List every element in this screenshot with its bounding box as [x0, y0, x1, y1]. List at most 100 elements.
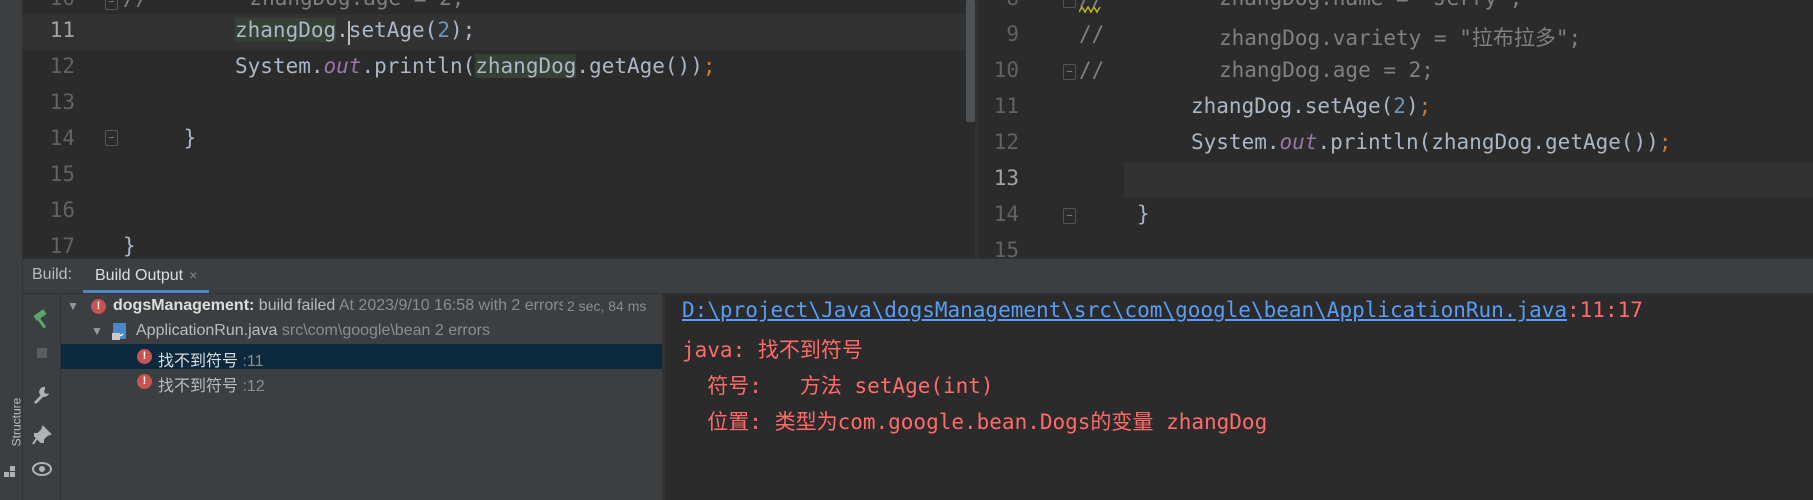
build-tree[interactable]: ▼ ! dogsManagement: build failed At 2023…: [61, 294, 662, 500]
code-token: zhangDog.setAge(: [1191, 94, 1394, 118]
code-line-12: System.out.println(zhangDog.getAge());: [235, 54, 716, 78]
java-file-icon: [112, 323, 126, 340]
line-number: 13: [49, 90, 75, 114]
error-label: 找不到符号: [158, 353, 239, 370]
project-name: dogsManagement:: [113, 297, 255, 314]
line-number: 15: [49, 162, 75, 186]
build-label: Build:: [32, 266, 73, 283]
code-token: ;: [1418, 94, 1432, 118]
code-line-12: System.out.println(zhangDog.getAge());: [1191, 130, 1671, 154]
code-line-11: zhangDog.setAge(2);: [1191, 94, 1431, 118]
code-token: .getAge()): [576, 54, 703, 78]
code-token: System.: [1191, 130, 1280, 154]
editor-scrollbar-thumb[interactable]: [966, 0, 975, 122]
current-line-highlight: [1124, 162, 1813, 198]
code-line-14: }: [1137, 202, 1150, 226]
tree-row-error[interactable]: ! 找不到符号 :11: [61, 344, 662, 371]
error-item-text: 找不到符号 :11: [158, 347, 264, 371]
code-token: .println(zhangDog.getAge()): [1317, 130, 1659, 154]
fold-marker-icon[interactable]: [1063, 208, 1076, 224]
wrench-icon[interactable]: [31, 384, 53, 406]
chevron-down-icon[interactable]: ▼: [91, 324, 103, 338]
code-token: System.: [235, 54, 324, 78]
code-token: );: [449, 18, 476, 42]
tree-project-text: dogsManagement: build failed At 2023/9/1…: [113, 297, 567, 315]
build-status: build failed: [254, 297, 336, 314]
line-number: 13: [993, 166, 1019, 190]
code-line-8: zhangDog.name = "Jerry";: [1219, 0, 1522, 10]
line-number: 14: [49, 126, 75, 150]
build-meta: At 2023/9/10 16:58 with 2 errors: [335, 297, 567, 314]
output-line-1: D:\project\Java\dogsManagement\src\com\g…: [682, 298, 1643, 322]
fold-marker-icon[interactable]: [105, 0, 118, 10]
output-line-4: 位置: 类型为com.google.bean.Dogs的变量 zhangDog: [682, 410, 1268, 434]
right-code-editor[interactable]: 8 9 10 11 12 13 14 15 // zhangDog.name =…: [979, 0, 1813, 258]
tree-row-project[interactable]: ▼ ! dogsManagement: build failed At 2023…: [61, 294, 662, 319]
code-token: 2: [437, 18, 450, 42]
line-number: 10: [993, 58, 1019, 82]
fold-marker-icon[interactable]: [1063, 64, 1076, 80]
code-line-17: }: [123, 234, 136, 258]
structure-tool-label[interactable]: Structure: [9, 398, 23, 447]
pin-icon[interactable]: [31, 424, 53, 446]
code-token: ;: [1658, 130, 1672, 154]
tab-build-output[interactable]: Build Output ×: [83, 259, 210, 293]
code-token: .println(: [361, 54, 476, 78]
error-icon: !: [91, 299, 106, 314]
error-item-text: 找不到符号 :12: [158, 372, 265, 396]
file-path-link[interactable]: D:\project\Java\dogsManagement\src\com\g…: [682, 298, 1567, 322]
error-line: :11: [238, 353, 264, 370]
fold-marker-icon[interactable]: [105, 130, 118, 146]
left-code-editor[interactable]: 10 11 12 13 14 15 16 17 // zhangDog.age …: [23, 0, 975, 258]
tab-label: Build Output: [95, 267, 184, 284]
tree-row-file[interactable]: ▼ ApplicationRun.java src\com\google\bea…: [61, 319, 662, 344]
error-position: :11:17: [1567, 298, 1643, 322]
code-token: zhangDog: [475, 54, 577, 78]
code-line-10: zhangDog.age = 2;: [1219, 58, 1434, 82]
code-line-14: }: [133, 126, 197, 150]
file-meta: src\com\google\bean 2 errors: [277, 322, 490, 339]
tree-file-text: ApplicationRun.java src\com\google\bean …: [136, 322, 490, 340]
code-token: ): [1405, 94, 1419, 118]
hammer-icon[interactable]: [31, 308, 53, 330]
tree-row-error[interactable]: ! 找不到符号 :12: [61, 369, 662, 396]
comment-marker: //: [1079, 58, 1105, 82]
code-token: out: [1279, 130, 1318, 154]
code-token: zhangDog: [235, 18, 337, 42]
line-number: 12: [49, 54, 75, 78]
close-icon[interactable]: ×: [189, 267, 197, 283]
stop-icon[interactable]: [31, 342, 53, 364]
line-number: 10: [35, 0, 75, 10]
line-number: 11: [993, 94, 1019, 118]
build-output-console[interactable]: D:\project\Java\dogsManagement\src\com\g…: [665, 294, 1813, 500]
line-number: 11: [49, 18, 75, 42]
code-token: 2: [1393, 94, 1406, 118]
comment-marker: //: [1079, 22, 1105, 46]
error-icon: !: [137, 374, 152, 389]
code-token: out: [323, 54, 362, 78]
output-line-3: 符号: 方法 setAge(int): [682, 374, 994, 398]
code-token: ;: [702, 54, 716, 78]
code-line-9: zhangDog.variety = "拉布拉多";: [1219, 26, 1582, 50]
output-line-2: java: 找不到符号: [682, 338, 863, 362]
line-number: 8: [979, 0, 1019, 10]
line-number: 16: [49, 198, 75, 222]
comment-marker: //: [1079, 0, 1104, 10]
code-token: .setAge(: [336, 18, 438, 42]
line-number: 14: [993, 202, 1019, 226]
error-label: 找不到符号: [158, 378, 239, 395]
text-caret: [348, 21, 350, 45]
error-line: :12: [238, 378, 265, 395]
fold-marker-icon[interactable]: [1063, 0, 1076, 8]
eye-icon[interactable]: [31, 458, 53, 480]
line-number: 9: [1006, 22, 1019, 46]
file-name: ApplicationRun.java: [136, 322, 278, 339]
error-icon: !: [137, 349, 152, 364]
build-actions-bar: [23, 294, 61, 500]
line-number: 17: [49, 234, 75, 258]
build-toolbar: [23, 258, 1813, 294]
code-line-11: zhangDog.setAge(2);: [235, 18, 475, 42]
line-number: 12: [993, 130, 1019, 154]
structure-icon[interactable]: [4, 466, 16, 478]
chevron-down-icon[interactable]: ▼: [67, 299, 79, 313]
